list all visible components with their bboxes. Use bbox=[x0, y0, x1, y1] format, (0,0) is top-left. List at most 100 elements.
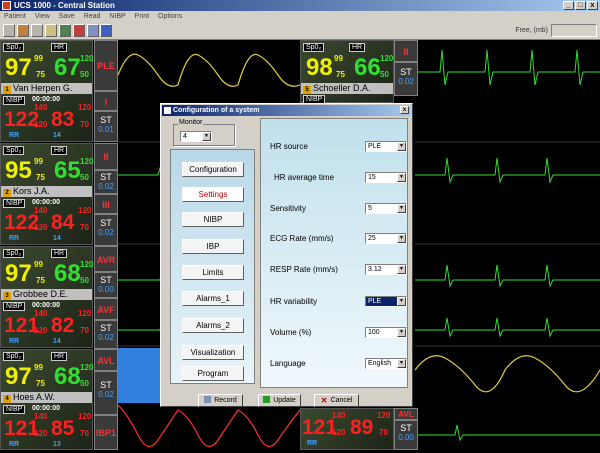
ecg-rate-select[interactable]: 25 ▼ bbox=[365, 233, 407, 244]
minimize-button[interactable]: _ bbox=[563, 1, 574, 10]
patient-name-bar[interactable]: 3 Grobbee D.E. bbox=[1, 289, 92, 300]
chevron-down-icon[interactable]: ▼ bbox=[397, 142, 406, 151]
lead-ple-button[interactable]: PLE bbox=[94, 40, 118, 91]
patient-panel-3[interactable]: Sp0₂ HR 97 99 75 68 120 50 3 Grobbee D.E.… bbox=[0, 246, 93, 348]
st-value: 0.02 bbox=[398, 77, 414, 86]
st-right-2-button[interactable]: ST 0.00 bbox=[394, 420, 418, 450]
menu-print[interactable]: Print bbox=[135, 13, 149, 20]
stop-icon[interactable] bbox=[45, 24, 57, 37]
patient-panel-2[interactable]: Sp0₂ HR 95 99 75 65 120 50 2 Kors J.A. NI… bbox=[0, 143, 93, 245]
nav-ibp[interactable]: IBP bbox=[182, 239, 244, 254]
cancel-button[interactable]: ✕ Cancel bbox=[314, 394, 359, 407]
lead-avl-button[interactable]: AVL bbox=[94, 349, 118, 371]
st-3-button[interactable]: ST 0.02 bbox=[94, 214, 118, 246]
menu-patient[interactable]: Patient bbox=[4, 13, 26, 20]
spo2-high: 99 bbox=[34, 157, 43, 166]
st-4-button[interactable]: ST 0.00 bbox=[94, 272, 118, 298]
chevron-down-icon[interactable]: ▼ bbox=[397, 173, 406, 182]
lead-avf-button[interactable]: AVF bbox=[94, 298, 118, 320]
settings-panel: HR source PLE ▼ HR average time 15 ▼ Sensi… bbox=[260, 118, 408, 388]
st-label: ST bbox=[100, 115, 112, 125]
language-select[interactable]: English ▼ bbox=[365, 358, 407, 369]
chevron-down-icon[interactable]: ▼ bbox=[397, 234, 406, 243]
patient-name-bar[interactable]: 1 Van Herpen G. bbox=[1, 83, 92, 94]
hr-label: HR bbox=[51, 146, 68, 155]
hr-source-select[interactable]: PLE ▼ bbox=[365, 141, 407, 152]
nibp-time: 00:00:00 bbox=[32, 302, 61, 309]
nav-nibp[interactable]: NIBP bbox=[182, 212, 244, 227]
patients-icon[interactable] bbox=[17, 24, 29, 37]
nav-alarms-1[interactable]: Alarms_1 bbox=[182, 291, 244, 306]
nav-limits[interactable]: Limits bbox=[182, 265, 244, 280]
lead-i-button[interactable]: I bbox=[94, 91, 118, 111]
menu-read[interactable]: Read bbox=[84, 13, 101, 20]
chevron-down-icon[interactable]: ▼ bbox=[397, 204, 406, 213]
chevron-down-icon[interactable]: ▼ bbox=[397, 328, 406, 337]
nibp-sys-low: 120 bbox=[332, 428, 346, 437]
nav-program[interactable]: Program bbox=[182, 366, 244, 381]
tools-icon[interactable] bbox=[31, 24, 43, 37]
st-2-button[interactable]: ST 0.02 bbox=[94, 170, 118, 194]
nav-settings[interactable]: Settings bbox=[182, 187, 244, 202]
menu-options[interactable]: Options bbox=[158, 13, 182, 20]
spo2-low: 75 bbox=[36, 276, 45, 285]
nibp-dia: 82 bbox=[51, 314, 75, 337]
volume-select[interactable]: 100 ▼ bbox=[365, 327, 407, 338]
resp-rate-select[interactable]: 3.12 ▼ bbox=[365, 264, 407, 275]
lead-ii-button[interactable]: II bbox=[94, 143, 118, 170]
setting-value: 3.12 bbox=[368, 266, 382, 273]
patient-panel-5[interactable]: Sp0₂ HR 98 99 75 66 120 50 5 Schoeller D.… bbox=[300, 40, 394, 104]
setting-value: 15 bbox=[368, 174, 376, 181]
menu-view[interactable]: View bbox=[35, 13, 50, 20]
hr-variability-select[interactable]: PLE ▼ bbox=[365, 296, 407, 307]
maximize-button[interactable]: □ bbox=[575, 1, 586, 10]
new-icon[interactable] bbox=[3, 24, 15, 37]
hr-average-time-select[interactable]: 15 ▼ bbox=[365, 172, 407, 183]
nav-visualization[interactable]: Visualization bbox=[182, 345, 244, 360]
chevron-down-icon[interactable]: ▼ bbox=[397, 265, 406, 274]
spo2-low: 75 bbox=[36, 379, 45, 388]
sensitivity-select[interactable]: 5 ▼ bbox=[365, 203, 407, 214]
lead-ibp1-button[interactable]: IBP1 bbox=[94, 415, 118, 450]
record-button[interactable]: Record bbox=[198, 394, 243, 407]
hr-value: 68 bbox=[54, 363, 81, 390]
setting-label: Language bbox=[270, 359, 306, 368]
nibp-dia-high: 120 bbox=[78, 206, 92, 215]
patient-name-bar[interactable]: 4 Hoes A.W. bbox=[1, 392, 92, 403]
st-6-button[interactable]: ST 0.02 bbox=[94, 371, 118, 415]
menu-nibp[interactable]: NIBP bbox=[109, 13, 125, 20]
monitor-select[interactable]: 4 ▼ bbox=[180, 131, 212, 142]
st-right-button[interactable]: ST 0.02 bbox=[394, 62, 418, 96]
menu-save[interactable]: Save bbox=[59, 13, 75, 20]
update-button[interactable]: Update bbox=[258, 394, 301, 407]
patient-name-bar[interactable]: 5 Schoeller D.A. bbox=[301, 83, 393, 94]
lead-ii-right-button[interactable]: II bbox=[394, 40, 418, 62]
patient-panel-1[interactable]: Sp0₂ HR 97 99 75 67 120 50 1 Van Herpen G… bbox=[0, 40, 93, 142]
close-button[interactable]: x bbox=[587, 1, 598, 10]
nav-configuration[interactable]: Configuration bbox=[182, 162, 244, 177]
chevron-down-icon[interactable]: ▼ bbox=[397, 297, 406, 306]
patient-name-bar[interactable]: 2 Kors J.A. bbox=[1, 186, 92, 197]
patient-panel-8[interactable]: 121 140 120 89 120 70 RR bbox=[300, 408, 394, 450]
dialog-close-button[interactable]: x bbox=[400, 106, 409, 114]
chevron-down-icon[interactable]: ▼ bbox=[397, 359, 406, 368]
lead-iii-button[interactable]: III bbox=[94, 194, 118, 214]
chevron-down-icon[interactable]: ▼ bbox=[202, 132, 211, 141]
settings-icon[interactable] bbox=[100, 24, 112, 37]
hr-high: 120 bbox=[80, 260, 94, 269]
page-icon[interactable] bbox=[87, 24, 99, 37]
st-1-button[interactable]: ST 0.01 bbox=[94, 111, 118, 142]
hr-low: 50 bbox=[380, 70, 389, 79]
lead-avl-right-button[interactable]: AVL bbox=[394, 408, 418, 420]
st-value: 0.01 bbox=[98, 125, 114, 134]
st-5-button[interactable]: ST 0.02 bbox=[94, 320, 118, 349]
rr-label: RR bbox=[9, 132, 20, 139]
nav-alarms-2[interactable]: Alarms_2 bbox=[182, 318, 244, 333]
patient-panel-4[interactable]: Sp0₂ HR 97 99 75 68 120 50 4 Hoes A.W. NI… bbox=[0, 349, 93, 450]
nibp-time: 00:00:00 bbox=[32, 96, 61, 103]
lead-avr-button[interactable]: AVR bbox=[94, 246, 118, 272]
chart-icon[interactable] bbox=[73, 24, 85, 37]
monitor-icon[interactable] bbox=[59, 24, 71, 37]
setting-label: RESP Rate (mm/s) bbox=[270, 265, 338, 274]
bed-number: 2 bbox=[3, 189, 11, 197]
